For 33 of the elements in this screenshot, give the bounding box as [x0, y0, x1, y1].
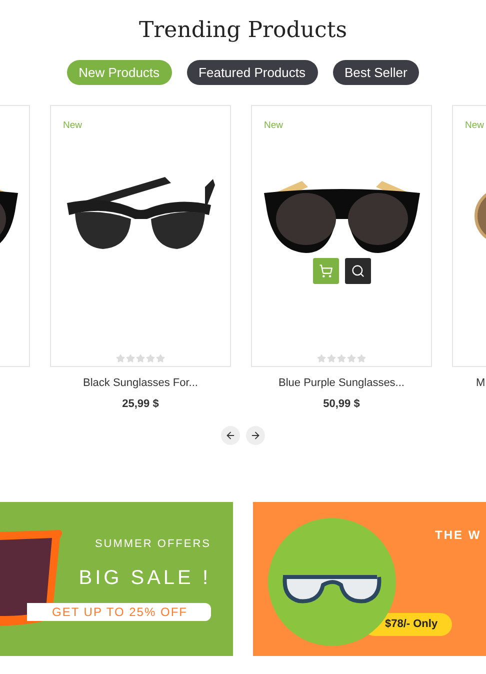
product-title[interactable]: M	[476, 375, 486, 392]
search-icon	[350, 264, 364, 278]
star-icon	[116, 354, 125, 363]
discount-pill: GET UP TO 25% OFF	[27, 602, 211, 620]
star-icon	[156, 354, 165, 363]
category-tab[interactable]: Featured Products	[186, 60, 318, 85]
section-title: Trending Products	[138, 17, 347, 45]
sale-headline: BIG SALE !	[78, 566, 211, 590]
star-icon	[146, 354, 155, 363]
star-icon	[337, 354, 346, 363]
product-title[interactable]: Black Sunglasses For...	[83, 375, 198, 392]
category-tab[interactable]: Best Seller	[332, 60, 420, 85]
banner-headline: THE W	[435, 527, 482, 544]
arrow-left-icon	[225, 430, 236, 441]
new-label: New	[63, 120, 82, 131]
star-icon	[327, 354, 336, 363]
star-icon	[317, 354, 326, 363]
arrow-right-icon	[250, 430, 261, 441]
cart-icon	[318, 264, 332, 278]
star-icon	[136, 354, 145, 363]
product-price: 50,99 $	[323, 396, 360, 412]
offer-caption: SUMMER OFFERS	[94, 537, 211, 552]
quick-view-button[interactable]	[344, 258, 370, 284]
product-title[interactable]: Blue Purple Sunglasses...	[278, 375, 404, 392]
new-label: New	[465, 120, 484, 131]
price-banner[interactable]: THE W $78/- Only	[253, 502, 486, 656]
previous-button[interactable]	[221, 426, 240, 445]
star-icon	[126, 354, 135, 363]
new-label: New	[264, 120, 284, 131]
product-price: 25,99 $	[122, 396, 159, 412]
next-button[interactable]	[246, 426, 265, 445]
star-icon	[347, 354, 356, 363]
star-icon	[357, 354, 366, 363]
